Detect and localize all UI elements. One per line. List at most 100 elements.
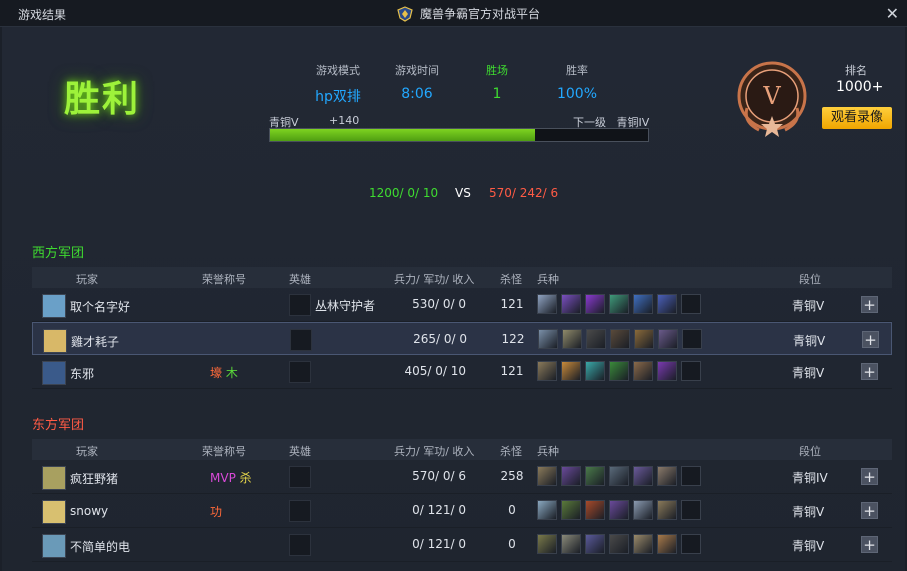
unit-icon[interactable] — [561, 294, 581, 314]
add-friend-button[interactable]: + — [862, 331, 879, 348]
player-avatar[interactable] — [42, 294, 66, 318]
unit-icon[interactable] — [657, 466, 677, 486]
player-kills: 122 — [501, 332, 525, 346]
unit-icon[interactable] — [633, 361, 653, 381]
window-title: 游戏结果 — [18, 8, 67, 22]
player-name[interactable]: 东邪 — [70, 365, 94, 382]
player-name[interactable]: 疯狂野猪 — [70, 470, 118, 487]
unit-icon[interactable] — [538, 329, 558, 349]
unit-icon[interactable] — [610, 329, 630, 349]
player-kills: 0 — [508, 503, 516, 517]
unit-icon[interactable] — [586, 329, 606, 349]
unit-icon[interactable] — [609, 294, 629, 314]
honor-badge: 功 — [210, 505, 223, 519]
unit-icon[interactable] — [657, 294, 677, 314]
unit-icon[interactable] — [609, 361, 629, 381]
unit-icon[interactable] — [609, 466, 629, 486]
player-avatar[interactable] — [42, 466, 66, 490]
unit-icon[interactable] — [561, 466, 581, 486]
player-name[interactable]: 不简单的电 — [70, 538, 130, 555]
unit-icon[interactable] — [562, 329, 582, 349]
unit-icon[interactable] — [657, 500, 677, 520]
unit-icon[interactable] — [561, 500, 581, 520]
hero-icon[interactable] — [289, 361, 311, 383]
header-rank: 段位 — [799, 273, 821, 286]
player-avatar[interactable] — [42, 361, 66, 385]
rank-progress-fill — [270, 129, 535, 141]
add-friend-button[interactable]: + — [861, 536, 878, 553]
rank-gain: +140 — [329, 114, 360, 127]
unit-icon[interactable] — [658, 329, 678, 349]
player-avatar[interactable] — [42, 500, 66, 524]
close-icon[interactable]: ✕ — [886, 4, 899, 23]
unit-icon[interactable] — [657, 361, 677, 381]
stat-value: 1 — [492, 86, 502, 102]
player-honor: 壕 木 — [210, 364, 238, 381]
player-avatar[interactable] — [42, 534, 66, 558]
honor-badge: MVP — [210, 471, 240, 485]
add-friend-button[interactable]: + — [861, 363, 878, 380]
unit-icon[interactable] — [633, 534, 653, 554]
unit-icon[interactable] — [585, 534, 605, 554]
unit-icon[interactable] — [609, 500, 629, 520]
hero-icon[interactable] — [290, 329, 312, 351]
player-force: 530/ 0/ 0 — [412, 297, 466, 311]
header-hero: 英雄 — [289, 445, 311, 458]
hero-icon[interactable] — [289, 500, 311, 522]
unit-icon[interactable] — [633, 466, 653, 486]
hero-icon[interactable] — [289, 294, 311, 316]
player-row[interactable]: snowy 功 0/ 121/ 0 0 青铜V + — [32, 494, 892, 528]
unit-slot-empty — [681, 294, 701, 314]
add-friend-button[interactable]: + — [861, 502, 878, 519]
player-rank: 青铜V — [793, 334, 826, 348]
player-row[interactable]: 取个名字好 丛林守护者 530/ 0/ 0 121 青铜V + — [32, 288, 892, 322]
honor-badge: 杀 — [239, 471, 252, 485]
add-friend-button[interactable]: + — [861, 296, 878, 313]
unit-icon[interactable] — [585, 361, 605, 381]
platform-logo-icon — [397, 5, 413, 22]
unit-icon[interactable] — [537, 294, 557, 314]
stat-mode: 游戏模式 hp双排 — [293, 62, 383, 106]
player-force: 405/ 0/ 10 — [404, 364, 466, 378]
add-friend-button[interactable]: + — [861, 468, 878, 485]
hero-icon[interactable] — [289, 466, 311, 488]
unit-icon[interactable] — [561, 361, 581, 381]
unit-icon[interactable] — [537, 500, 557, 520]
player-name[interactable]: snowy — [70, 504, 108, 518]
player-force: 0/ 121/ 0 — [412, 537, 466, 551]
player-row[interactable]: 雞才耗子 265/ 0/ 0 122 青铜V + — [32, 322, 892, 355]
unit-icon[interactable] — [585, 466, 605, 486]
header-honor: 荣誉称号 — [202, 445, 246, 458]
unit-icon[interactable] — [537, 534, 557, 554]
unit-icon[interactable] — [609, 534, 629, 554]
header-units: 兵种 — [537, 445, 559, 458]
player-rank: 青铜V — [792, 539, 825, 553]
unit-icon[interactable] — [585, 500, 605, 520]
player-name[interactable]: 取个名字好 — [70, 298, 130, 315]
unit-icon[interactable] — [657, 534, 677, 554]
hero-icon[interactable] — [289, 534, 311, 556]
ranking-value: 1000+ — [836, 79, 884, 95]
unit-icon[interactable] — [634, 329, 654, 349]
unit-icon[interactable] — [537, 361, 557, 381]
player-rank: 青铜V — [792, 299, 825, 313]
watch-replay-button[interactable]: 观看录像 — [822, 107, 892, 129]
stat-winrate: 胜率 100% — [532, 62, 622, 102]
player-row[interactable]: 不简单的电 0/ 121/ 0 0 青铜V + — [32, 528, 892, 562]
player-avatar[interactable] — [43, 329, 67, 353]
unit-icon[interactable] — [585, 294, 605, 314]
player-row[interactable]: 东邪 壕 木 405/ 0/ 10 121 青铜V + — [32, 355, 892, 389]
unit-slot-empty — [682, 329, 702, 349]
honor-badge: 木 — [225, 366, 238, 380]
player-row[interactable]: 疯狂野猪 MVP 杀 570/ 0/ 6 258 青铜IV + — [32, 460, 892, 494]
player-honor: MVP 杀 — [210, 469, 252, 486]
stat-wins: 胜场 1 — [452, 62, 542, 102]
unit-icon[interactable] — [633, 500, 653, 520]
unit-icon[interactable] — [633, 294, 653, 314]
player-rank: 青铜V — [792, 366, 825, 380]
rank-medal-icon: V — [737, 61, 807, 137]
unit-icon[interactable] — [537, 466, 557, 486]
player-name[interactable]: 雞才耗子 — [71, 333, 119, 350]
unit-icon[interactable] — [561, 534, 581, 554]
unit-icons — [537, 294, 701, 314]
